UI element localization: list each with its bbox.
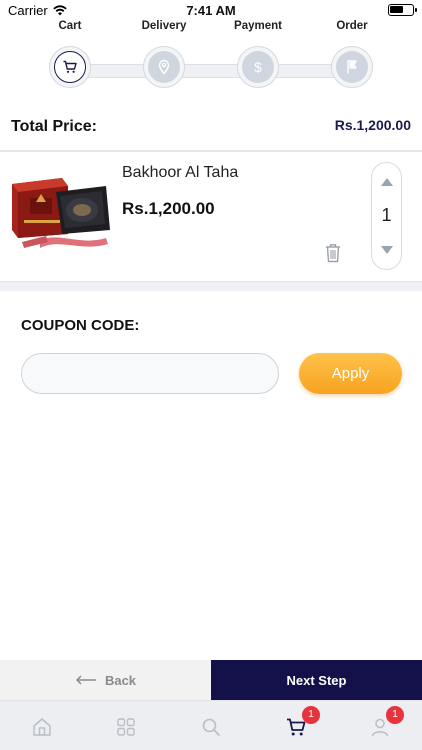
apply-coupon-button[interactable]: Apply	[299, 353, 402, 394]
quantity-decrease-button[interactable]	[372, 239, 401, 261]
triangle-up-icon	[380, 178, 393, 186]
triangle-down-icon	[380, 246, 393, 254]
tab-search[interactable]	[199, 715, 223, 739]
section-divider	[0, 281, 422, 291]
status-bar: Carrier 7:41 AM	[0, 0, 422, 20]
tab-categories[interactable]	[114, 715, 138, 739]
total-price-label: Total Price:	[11, 118, 97, 135]
total-price-value: Rs.1,200.00	[334, 117, 411, 133]
flag-icon	[347, 60, 357, 74]
total-price-row: Total Price: Rs.1,200.00	[0, 112, 422, 142]
step-indicator	[331, 46, 373, 88]
quantity-increase-button[interactable]	[372, 171, 401, 193]
tab-bar: 1 1	[0, 700, 422, 750]
profile-badge: 1	[386, 706, 404, 724]
product-image[interactable]	[10, 172, 112, 252]
status-time: 7:41 AM	[186, 3, 236, 18]
battery-icon	[388, 4, 417, 16]
step-indicator: $	[237, 46, 279, 88]
product-price: Rs.1,200.00	[122, 199, 215, 218]
coupon-code-label: COUPON CODE:	[21, 317, 140, 334]
coupon-code-input[interactable]	[21, 353, 279, 394]
product-name[interactable]: Bakhoor Al Taha	[122, 164, 238, 182]
trash-icon[interactable]	[323, 242, 343, 264]
quantity-value: 1	[381, 205, 392, 225]
step-cart[interactable]: Cart	[25, 18, 115, 88]
back-button-label: Back	[104, 672, 137, 688]
next-step-button[interactable]: Next Step	[211, 660, 422, 700]
step-indicator	[49, 46, 91, 88]
tab-cart[interactable]: 1	[284, 706, 320, 739]
step-label: Order	[336, 20, 368, 32]
home-icon	[33, 718, 51, 736]
arrow-left-icon	[76, 675, 96, 685]
quantity-stepper: 1	[371, 162, 402, 270]
tab-home[interactable]	[30, 715, 54, 739]
location-pin-icon	[158, 59, 170, 75]
step-label: Delivery	[141, 20, 187, 32]
search-icon	[202, 718, 220, 736]
step-payment[interactable]: Payment $	[213, 18, 303, 88]
step-order[interactable]: Order	[307, 18, 397, 88]
cart-icon	[63, 60, 77, 73]
step-label: Cart	[58, 20, 82, 32]
checkout-stepper: Cart Delivery Payment $ Order	[0, 18, 422, 90]
step-label: Payment	[234, 20, 282, 32]
grid-icon	[117, 718, 135, 736]
cart-badge: 1	[302, 706, 320, 724]
svg-text:$: $	[254, 59, 262, 75]
cart-item: Bakhoor Al Taha Rs.1,200.00 1	[0, 152, 422, 282]
tab-profile[interactable]: 1	[368, 706, 404, 739]
back-button[interactable]: Back	[0, 660, 211, 700]
step-indicator	[143, 46, 185, 88]
dollar-icon: $	[254, 59, 262, 75]
step-delivery[interactable]: Delivery	[119, 18, 209, 88]
